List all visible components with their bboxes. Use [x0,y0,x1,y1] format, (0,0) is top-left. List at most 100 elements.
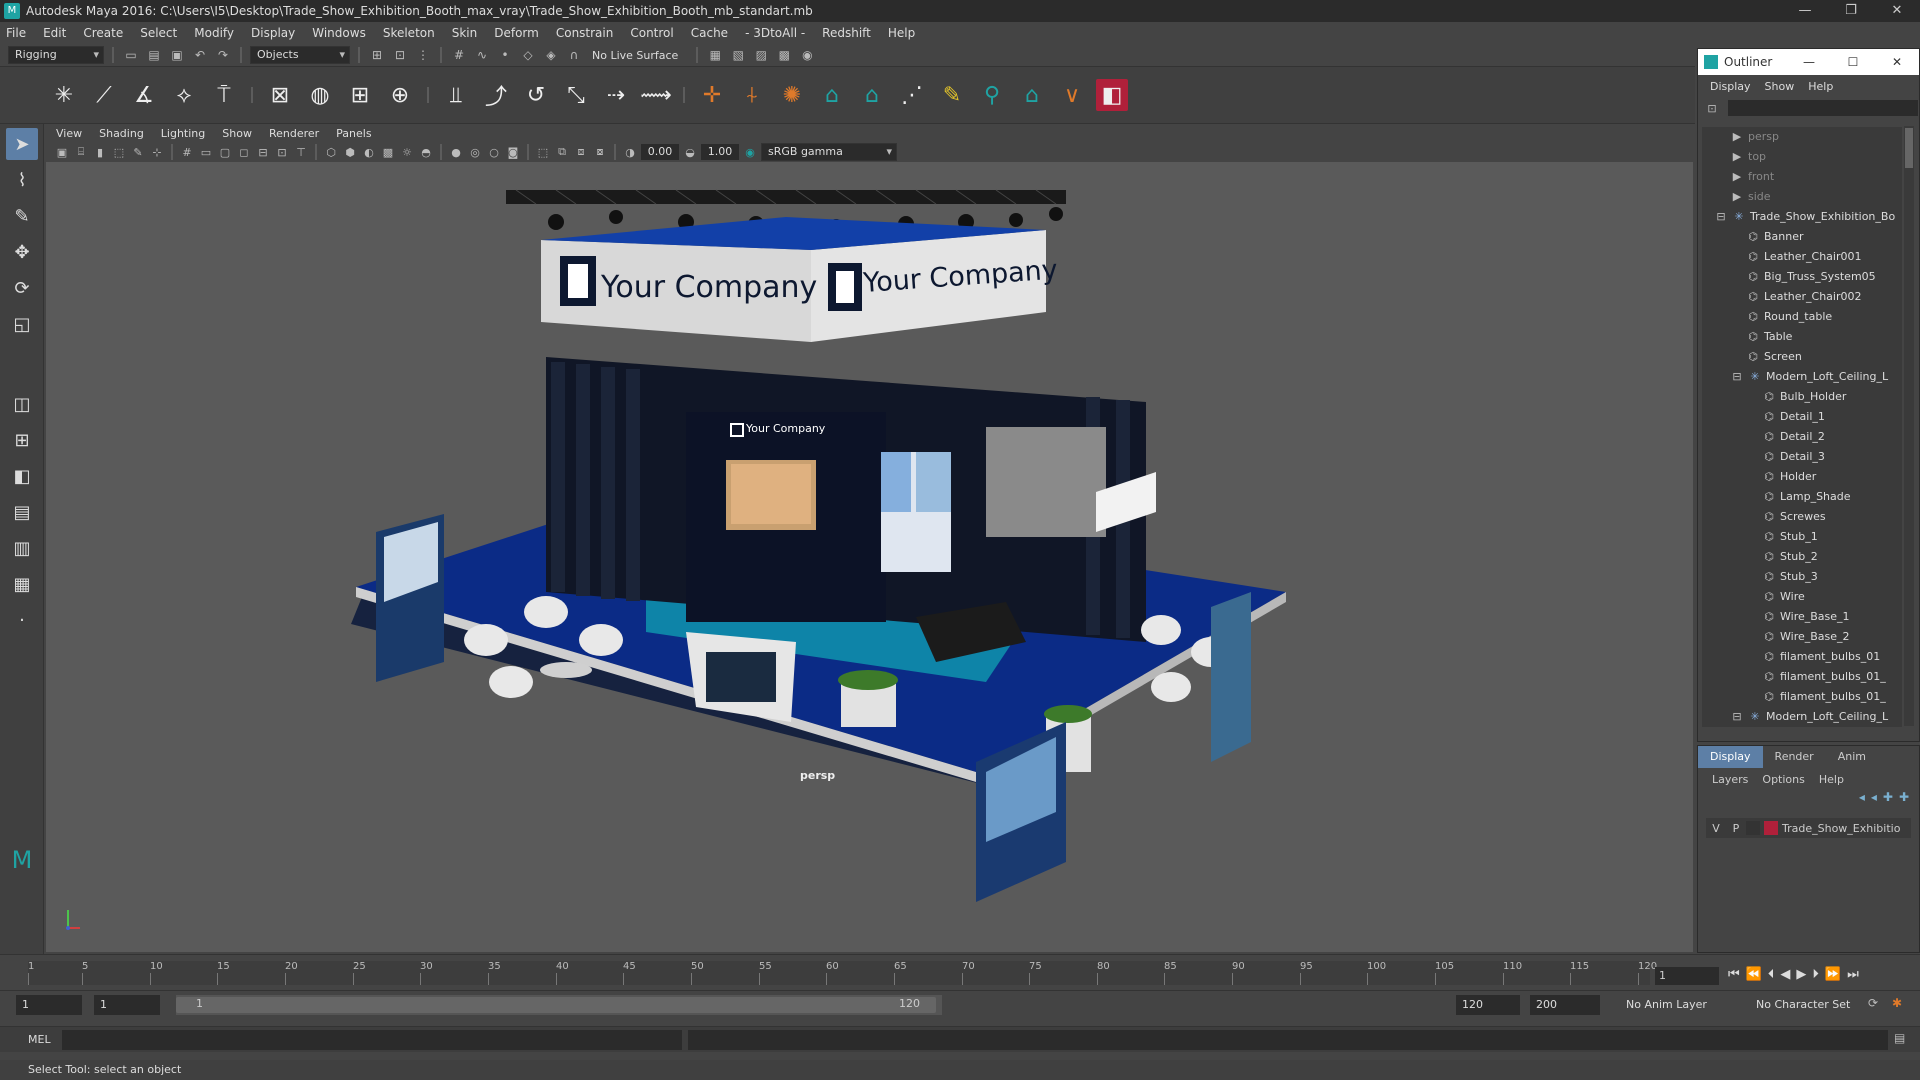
viewport-menu-view[interactable]: View [56,127,82,140]
scale-constraint-icon[interactable]: ⤡ [560,79,592,111]
outliner-item[interactable]: ⌬ Detail_2 [1702,427,1902,447]
select-component-icon[interactable]: ⋮ [414,46,432,64]
outliner-item[interactable]: ⌬ Big_Truss_System05 [1702,267,1902,287]
camera-select-icon[interactable]: ▣ [54,144,70,160]
outliner-item[interactable]: ⌬ Wire [1702,587,1902,607]
playback-start-field[interactable]: 1 [94,995,160,1015]
snap-grid-icon[interactable]: # [450,46,468,64]
layer-visibility[interactable]: V [1706,822,1726,835]
menu-redshift[interactable]: Redshift [822,26,871,40]
move-tool-icon[interactable]: ✥ [6,236,38,268]
hik-icon[interactable]: ✺ [776,79,808,111]
menu-constrain[interactable]: Constrain [556,26,614,40]
viewport-menu-show[interactable]: Show [222,127,252,140]
menu-select[interactable]: Select [140,26,177,40]
layer-menu-layers[interactable]: Layers [1712,773,1748,786]
menu-deform[interactable]: Deform [494,26,539,40]
menu-skeleton[interactable]: Skeleton [383,26,435,40]
menu-skin[interactable]: Skin [452,26,478,40]
hypershade-icon[interactable]: ◉ [798,46,816,64]
step-forward-frame-icon[interactable]: ⏵ [1812,967,1819,982]
exposure-icon[interactable]: ◑ [622,144,638,160]
grid-icon[interactable]: # [179,144,195,160]
joint-orient-icon[interactable]: ⍭ [736,79,768,111]
insert-joint-icon[interactable]: ⟡ [168,79,200,111]
render-frame-icon[interactable]: ▧ [729,46,747,64]
use-all-lights-icon[interactable]: ☼ [399,144,415,160]
outliner-item[interactable]: ⌬ Round_table [1702,307,1902,327]
go-to-start-icon[interactable]: ⏮ [1728,967,1740,982]
outliner-item[interactable]: ⊟ ✳ Trade_Show_Exhibition_Bo [1702,207,1902,227]
maximize-icon[interactable]: ❐ [1828,0,1874,22]
render-settings-icon[interactable]: ▩ [775,46,793,64]
lattice-icon[interactable]: ⊞ [344,79,376,111]
move-layer-down-icon[interactable]: ◂ [1871,790,1877,812]
menu-help[interactable]: Help [888,26,915,40]
joint-tool-icon[interactable]: ✳ [48,79,80,111]
outliner-scrollbar[interactable] [1904,126,1914,726]
maximize-icon[interactable]: ☐ [1831,55,1875,69]
outliner-item[interactable]: ⌬ Screwes [1702,507,1902,527]
outliner-menu-help[interactable]: Help [1808,80,1833,93]
lasso-tool-icon[interactable]: ⌇ [6,164,38,196]
script-editor-icon[interactable]: ▤ [1894,1031,1905,1045]
snap-point-icon[interactable]: • [496,46,514,64]
bookmark-icon[interactable]: ▮ [92,144,108,160]
range-slider-handle[interactable] [176,997,936,1013]
outliner-item[interactable]: ⌬ Screen [1702,347,1902,367]
play-forward-icon[interactable]: ▶ [1796,967,1806,982]
layer-menu-help[interactable]: Help [1819,773,1844,786]
aim-constraint-icon[interactable]: ⤴ [480,79,512,111]
filter-icon[interactable]: ⊡ [1704,100,1720,116]
step-forward-key-icon[interactable]: ⏩ [1825,967,1841,982]
live-surface-label[interactable]: No Live Surface [592,49,678,62]
outliner-layout-icon[interactable]: ◧ [6,460,38,492]
2d-pan-icon[interactable]: ⊹ [149,144,165,160]
gate-mask-icon[interactable]: ◻ [236,144,252,160]
safe-action-icon[interactable]: ⊡ [274,144,290,160]
layer-menu-options[interactable]: Options [1762,773,1804,786]
menu-create[interactable]: Create [83,26,123,40]
gamma-field[interactable]: 1.00 [701,144,739,160]
command-input[interactable] [62,1030,682,1050]
gamma-icon[interactable]: ◒ [682,144,698,160]
outliner-item[interactable]: ▶ top [1702,147,1902,167]
wireframe-on-shaded-icon[interactable]: ◐ [361,144,377,160]
outliner-tree[interactable]: ▶ persp ▶ top ▶ front ▶ side ⊟ ✳ Trade_Show_Exhibi… [1702,127,1902,727]
render-view-icon[interactable]: ▦ [706,46,724,64]
ik-spline-icon[interactable]: ∡ [128,79,160,111]
rotate-tool-icon[interactable]: ⟳ [6,272,38,304]
auto-key-icon[interactable]: ⟳ [1868,996,1878,1010]
menu-modify[interactable]: Modify [194,26,234,40]
undo-icon[interactable]: ↶ [191,46,209,64]
select-object-icon[interactable]: ⊡ [391,46,409,64]
menu-windows[interactable]: Windows [312,26,366,40]
scroll-thumb[interactable] [1905,128,1913,168]
layer-playback[interactable]: P [1726,822,1746,835]
viewport-persp[interactable]: Your Company Your Company Your Company [46,162,1693,952]
viewport-menu-lighting[interactable]: Lighting [161,127,205,140]
motion-blur-icon[interactable]: ◎ [467,144,483,160]
outliner-item[interactable]: ⌬ Banner [1702,227,1902,247]
outliner-item[interactable]: ▶ front [1702,167,1902,187]
end-time-field[interactable]: 200 [1530,995,1600,1015]
bind-skin-icon[interactable]: ⊠ [264,79,296,111]
image-plane-icon[interactable]: ⬚ [111,144,127,160]
parent-constraint-icon[interactable]: ⇢ [600,79,632,111]
current-frame-field[interactable]: 1 [1655,967,1719,985]
redo-icon[interactable]: ↷ [214,46,232,64]
wireframe-icon[interactable]: ⬡ [323,144,339,160]
layer-tab-render[interactable]: Render [1763,746,1826,768]
snap-curve-icon[interactable]: ∿ [473,46,491,64]
outliner-item[interactable]: ⌬ filament_bulbs_01_ [1702,667,1902,687]
ambient-occlusion-icon[interactable]: ● [448,144,464,160]
xray-joints-icon[interactable]: ⧈ [573,144,589,160]
minimize-icon[interactable]: — [1787,55,1831,69]
outliner-item[interactable]: ⌬ Stub_1 [1702,527,1902,547]
preferences-icon[interactable]: ✱ [1892,996,1902,1010]
field-chart-icon[interactable]: ⊟ [255,144,271,160]
grease-pencil-icon[interactable]: ✎ [130,144,146,160]
outliner-item[interactable]: ⌬ filament_bulbs_01 [1702,647,1902,667]
maya-tool-b-icon[interactable]: ⌂ [856,79,888,111]
depth-of-field-icon[interactable]: ◙ [505,144,521,160]
